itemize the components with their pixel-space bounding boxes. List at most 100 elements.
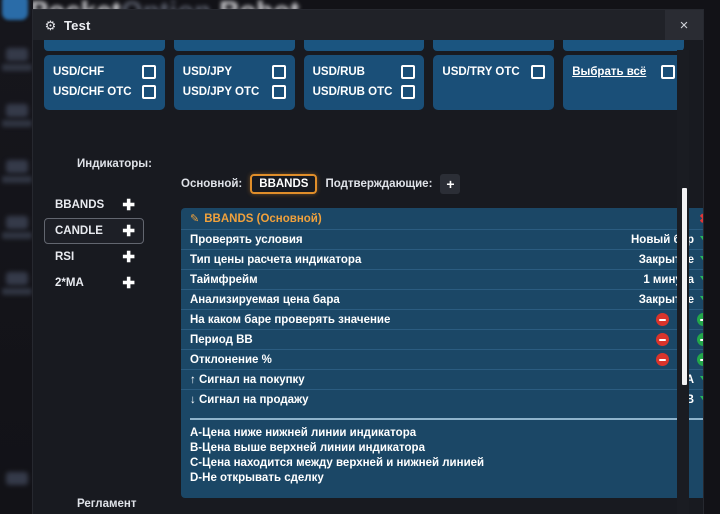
pair-cell-clipped[interactable]	[44, 40, 165, 51]
pairs-row-clipped	[44, 40, 684, 51]
app-logo-icon	[2, 0, 28, 20]
checkbox-empty-icon[interactable]	[401, 85, 416, 99]
setting-row-analyzed-bar-price[interactable]: Анализируемая цена бара Закрытие	[181, 289, 703, 309]
setting-row-bar-index[interactable]: На каком баре проверять значение 0	[181, 309, 703, 329]
legend-line-c: C-Цена находится между верхней и нижней …	[190, 457, 485, 469]
nav-chart-label	[2, 64, 32, 71]
pair-cell-clipped[interactable]	[563, 40, 684, 51]
setting-row-buy-signal[interactable]: ↑ Сигнал на покупку A	[181, 369, 703, 389]
pair-row[interactable]: USD/CHF OTC	[53, 82, 156, 102]
checkbox-empty-icon[interactable]	[531, 65, 546, 79]
plus-icon[interactable]: ✚	[122, 276, 135, 291]
chevron-down-icon[interactable]	[700, 296, 703, 303]
modal-scroll-area: USD/CHF USD/CHF OTC USD/JPY USD/JPY OTC	[33, 40, 703, 514]
setting-label: Таймфрейм	[190, 273, 258, 286]
plus-icon[interactable]: ✚	[122, 250, 135, 265]
indicator-item-candle[interactable]: CANDLE ✚	[44, 218, 144, 244]
indicator-label: 2*MA	[55, 277, 84, 289]
nav-gear-icon	[6, 160, 28, 173]
pair-row[interactable]: USD/RUB	[313, 62, 416, 82]
background-left-nav	[0, 0, 33, 514]
pair-label: USD/RUB OTC	[312, 86, 393, 98]
pair-label: USD/RUB	[312, 66, 365, 78]
modal-title: Test	[64, 17, 91, 33]
setting-row-price-type[interactable]: Тип цены расчета индикатора Закрытие	[181, 249, 703, 269]
minus-circle-icon[interactable]	[656, 353, 669, 366]
modal-title-bar: ⚙ Test ×	[33, 10, 703, 40]
pencil-icon[interactable]: ✎	[190, 212, 199, 225]
setting-label: Период BB	[190, 333, 253, 346]
checkbox-empty-icon[interactable]	[141, 85, 156, 99]
legend-line-b: B-Цена выше верхней линии индикатора	[190, 442, 425, 454]
chevron-down-icon[interactable]	[700, 236, 703, 243]
chevron-down-icon[interactable]	[700, 276, 703, 283]
indicator-item-bbands[interactable]: BBANDS ✚	[44, 192, 144, 218]
plus-circle-icon[interactable]	[697, 333, 703, 346]
pair-row[interactable]: USD/CHF	[53, 62, 156, 82]
legend-line-a: A-Цена ниже нижней линии индикатора	[190, 427, 417, 439]
settings-modal: ⚙ Test × USD/CHF USD/CHF OTC USD/JPY USD…	[33, 10, 703, 514]
setting-row-timeframe[interactable]: Таймфрейм 1 минута	[181, 269, 703, 289]
setting-row-sell-signal[interactable]: ↓ Сигнал на продажу B	[181, 389, 703, 409]
minus-circle-icon[interactable]	[656, 313, 669, 326]
setting-row-bb-period[interactable]: Период BB 20	[181, 329, 703, 349]
pair-cell-clipped[interactable]	[303, 40, 425, 51]
nav-user-icon	[6, 272, 28, 285]
indicator-item-2ma[interactable]: 2*MA ✚	[44, 270, 144, 296]
checkbox-empty-icon[interactable]	[401, 65, 416, 79]
delete-indicator-button[interactable]: ✖	[699, 211, 703, 227]
pair-label: USD/JPY	[182, 66, 233, 78]
setting-label: На каком баре проверять значение	[190, 313, 391, 326]
indicator-item-rsi[interactable]: RSI ✚	[44, 244, 144, 270]
checkbox-empty-icon[interactable]	[271, 65, 286, 79]
setting-label: Проверять условия	[190, 233, 303, 246]
reglament-section-label: Регламент	[77, 498, 137, 510]
pair-cell-select-all: Выбрать всё	[563, 55, 684, 110]
chevron-down-icon[interactable]	[700, 396, 703, 403]
setting-row-deviation[interactable]: Отклонение % 2	[181, 349, 703, 369]
pair-row[interactable]: USD/RUB OTC	[313, 82, 416, 102]
checkbox-empty-icon[interactable]	[271, 85, 286, 99]
pair-cell-clipped[interactable]	[433, 40, 555, 51]
nav-gear-label	[2, 176, 32, 183]
close-button[interactable]: ×	[665, 10, 703, 40]
plus-icon[interactable]: ✚	[122, 224, 135, 239]
setting-row-check-conditions[interactable]: Проверять условия Новый бар	[181, 229, 703, 249]
plus-icon[interactable]: ✚	[122, 198, 135, 213]
legend-line-d: D-Не открывать сделку	[190, 472, 324, 484]
select-all-row[interactable]: Выбрать всё	[572, 62, 675, 82]
pair-label: USD/TRY OTC	[442, 66, 520, 78]
nav-list-label	[2, 232, 32, 239]
checkbox-empty-icon[interactable]	[660, 65, 675, 79]
chevron-down-icon[interactable]	[700, 256, 703, 263]
nav-user-label	[2, 288, 32, 295]
gear-icon: ⚙	[44, 17, 57, 33]
pair-cell-usd-try-otc: USD/TRY OTC	[433, 55, 555, 110]
pair-row[interactable]: USD/TRY OTC	[442, 62, 546, 82]
nav-clock-label	[2, 120, 32, 127]
setting-label: ↓ Сигнал на продажу	[190, 393, 309, 406]
chevron-down-icon[interactable]	[700, 376, 703, 383]
primary-indicator-chip[interactable]: BBANDS	[250, 174, 318, 194]
indicator-settings-panel: ✎ BBANDS (Основной) ✖ Проверять условия …	[181, 208, 703, 498]
nav-chart-icon	[6, 48, 28, 61]
pair-label: USD/CHF OTC	[53, 86, 132, 98]
pair-row[interactable]: USD/JPY OTC	[183, 82, 286, 102]
signal-legend: A-Цена ниже нижней линии индикатора B-Це…	[190, 418, 703, 496]
currency-pairs-grid: USD/CHF USD/CHF OTC USD/JPY USD/JPY OTC	[44, 55, 684, 110]
setting-label: Тип цены расчета индикатора	[190, 253, 362, 266]
nav-clock-icon	[6, 104, 28, 117]
checkbox-empty-icon[interactable]	[141, 65, 156, 79]
pair-cell-clipped[interactable]	[173, 40, 295, 51]
indicator-list: BBANDS ✚ CANDLE ✚ RSI ✚ 2*MA ✚	[44, 192, 144, 296]
plus-circle-icon[interactable]	[697, 353, 703, 366]
close-icon: ×	[679, 16, 689, 34]
pair-row[interactable]: USD/JPY	[183, 62, 286, 82]
select-all-label[interactable]: Выбрать всё	[572, 66, 646, 78]
pair-cell-usd-rub: USD/RUB USD/RUB OTC	[303, 55, 425, 110]
add-confirming-indicator-button[interactable]: +	[440, 174, 461, 194]
indicator-label: RSI	[55, 251, 75, 263]
plus-circle-icon[interactable]	[697, 313, 703, 326]
vertical-scrollbar-thumb[interactable]	[682, 188, 687, 385]
minus-circle-icon[interactable]	[656, 333, 669, 346]
